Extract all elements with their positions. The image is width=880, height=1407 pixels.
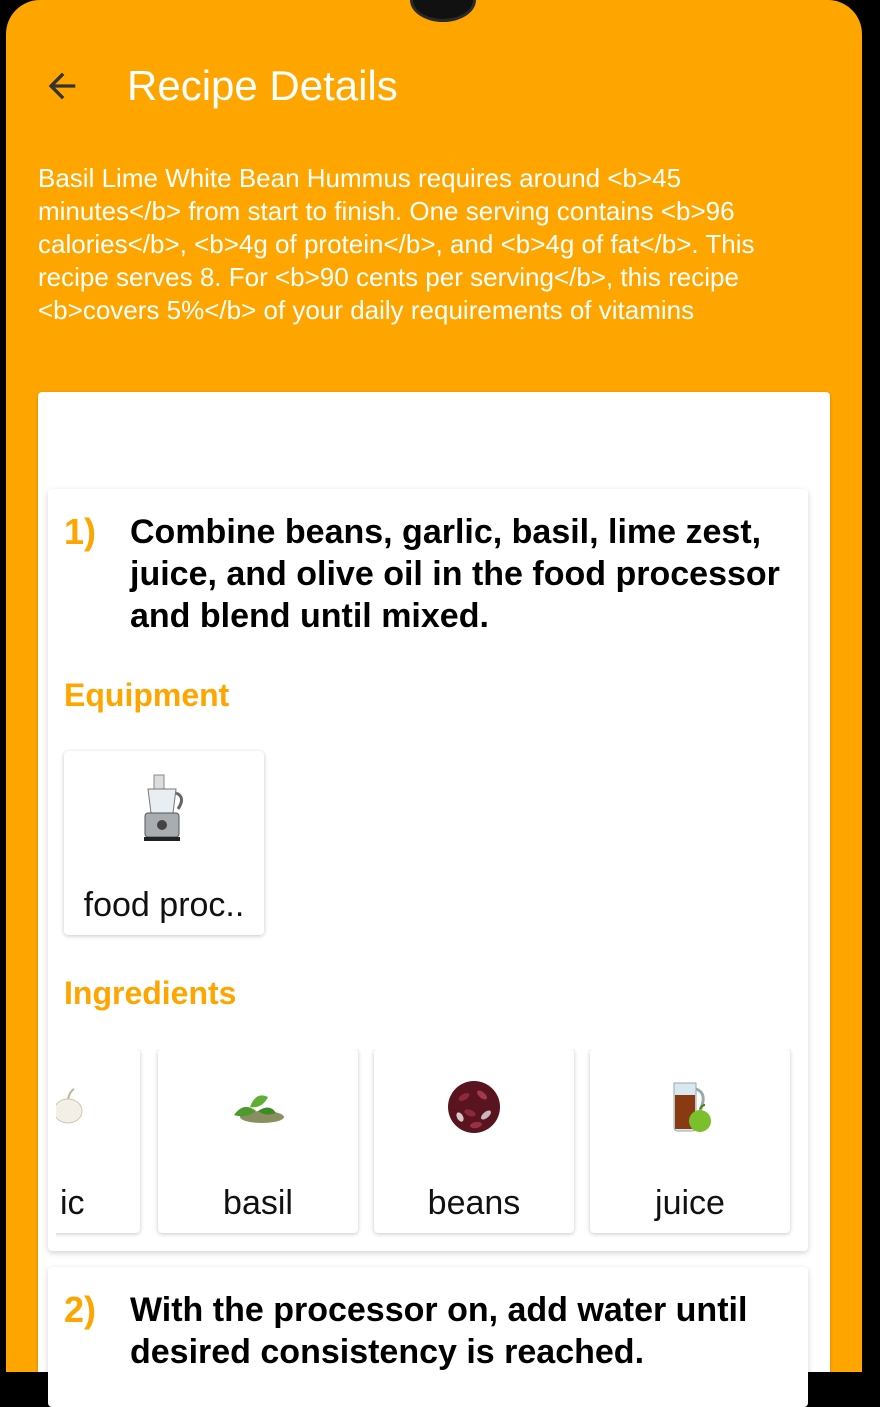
- ingredient-tile[interactable]: juice: [590, 1049, 790, 1233]
- ingredient-tile[interactable]: basil: [158, 1049, 358, 1233]
- ingredients-list[interactable]: ic basil beans juice: [56, 1049, 800, 1239]
- step-card: 1) Combine beans, garlic, basil, lime ze…: [48, 489, 808, 1251]
- step-number: 1): [64, 511, 97, 552]
- equipment-heading: Equipment: [64, 677, 230, 713]
- ingredient-label: basil: [223, 1184, 293, 1222]
- juice-icon: [673, 1082, 711, 1132]
- equipment-label: food proc..: [83, 886, 245, 924]
- ingredient-tile[interactable]: beans: [374, 1049, 574, 1233]
- camera-cutout: [410, 0, 476, 22]
- app-bar: Recipe Details: [6, 48, 862, 124]
- ingredient-label: beans: [427, 1184, 521, 1222]
- page-title: Recipe Details: [127, 62, 398, 109]
- step-text: Combine beans, garlic, basil, lime zest,…: [130, 513, 780, 635]
- food-processor-icon: [144, 774, 183, 841]
- ingredient-tile[interactable]: ic: [56, 1049, 140, 1233]
- back-button[interactable]: [36, 60, 88, 112]
- arrow-left-icon: [48, 72, 76, 100]
- recipe-summary: Basil Lime White Bean Hummus requires ar…: [38, 163, 755, 325]
- step-text: With the processor on, add water until d…: [130, 1291, 748, 1371]
- step-card: 2) With the processor on, add water unti…: [48, 1267, 808, 1407]
- ingredient-label: juice: [655, 1184, 725, 1222]
- ingredient-label: ic: [60, 1184, 85, 1222]
- basil-icon: [234, 1095, 284, 1123]
- beans-icon: [448, 1081, 500, 1133]
- garlic-icon: [56, 1088, 83, 1124]
- equipment-tile[interactable]: food proc..: [64, 751, 264, 935]
- ingredients-heading: Ingredients: [64, 975, 237, 1011]
- step-number: 2): [64, 1289, 97, 1330]
